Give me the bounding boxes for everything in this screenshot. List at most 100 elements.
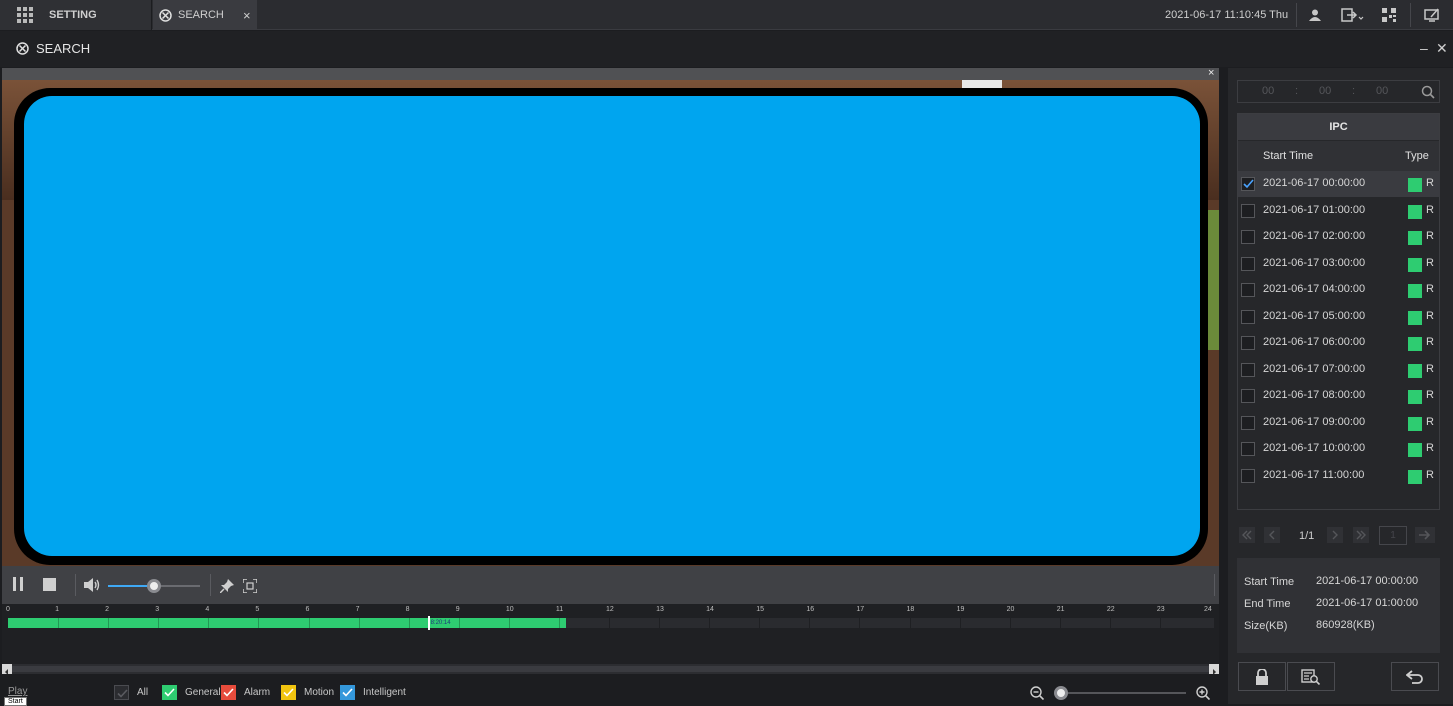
row-checkbox[interactable] [1241,230,1255,244]
tab-close-icon[interactable]: × [243,8,251,23]
row-checkbox[interactable] [1241,257,1255,271]
table-row[interactable]: 2021-06-17 06:00:00 R [1238,330,1440,356]
timeline-gridline [458,618,460,628]
timeline-tick-label: 15 [756,606,765,613]
row-checkbox[interactable] [1241,204,1255,218]
row-start-time: 2021-06-17 11:00:00 [1263,469,1365,481]
table-row[interactable]: 2021-06-17 04:00:00 R [1238,277,1440,303]
user-icon[interactable] [1306,7,1324,23]
logout-icon[interactable] [1340,7,1366,23]
row-checkbox[interactable] [1241,389,1255,403]
row-checkbox[interactable] [1241,336,1255,350]
pin-icon[interactable] [219,578,235,594]
timeline[interactable]: 0 1 2 3 4 5 6 7 8 9 10 11 12 13 14 15 16 17 18 19 20 21 22 23 24… [2,604,1219,664]
row-checkbox[interactable] [1241,469,1255,483]
tab-search[interactable]: SEARCH × [153,0,257,30]
time-separator: : [1295,85,1299,97]
timeline-tick-label: 3 [155,606,160,613]
timeline-tick-label: 6 [305,606,310,613]
prev-page-icon[interactable] [1264,527,1280,543]
table-row[interactable]: 2021-06-17 07:00:00 R [1238,357,1440,383]
row-type: R [1426,336,1434,348]
table-row[interactable]: 2021-06-17 09:00:00 R [1238,410,1440,436]
row-type: R [1426,416,1434,428]
table-row[interactable]: 2021-06-17 05:00:00 R [1238,304,1440,330]
legend-checkbox-alarm[interactable] [221,685,236,700]
divider [1296,3,1297,27]
row-checkbox[interactable] [1241,283,1255,297]
row-type: R [1426,363,1434,375]
search-icon[interactable] [1421,85,1435,102]
scroll-left-arrow[interactable] [2,664,12,675]
time-search-input[interactable]: 00 : 00 : 00 [1237,80,1440,103]
table-row[interactable]: 2021-06-17 10:00:00 R [1238,436,1440,462]
row-checkbox[interactable] [1241,310,1255,324]
table-row[interactable]: 2021-06-17 00:00:00 R [1238,171,1440,197]
close-button[interactable]: ✕ [1436,40,1448,57]
table-row[interactable]: 2021-06-17 02:00:00 R [1238,224,1440,250]
row-checkbox[interactable] [1241,363,1255,377]
minimize-button[interactable]: – [1420,40,1428,56]
timeline-gridline [558,618,560,628]
legend-checkbox-general[interactable] [162,685,177,700]
timeline-tick-label: 18 [906,606,915,613]
goto-page-input[interactable]: 1 [1379,526,1407,545]
table-row[interactable]: 2021-06-17 03:00:00 R [1238,251,1440,277]
play-label[interactable]: Play [8,686,27,697]
fullscreen-icon[interactable] [242,578,258,594]
timeline-cursor[interactable] [427,616,430,630]
zoom-knob[interactable] [1054,686,1068,700]
monitor-exit-icon[interactable] [1423,7,1441,23]
timeline-tick-label: 7 [355,606,360,613]
video-viewport[interactable]: × [2,68,1219,566]
second-field[interactable]: 00 [1376,85,1388,97]
volume-icon[interactable] [82,576,102,594]
qr-code-icon[interactable] [1381,7,1397,23]
tab-setting[interactable]: SETTING [0,0,152,30]
scroll-right-arrow[interactable] [1209,664,1219,675]
goto-page-arrow-icon[interactable] [1415,527,1435,543]
legend-checkbox-motion[interactable] [281,685,296,700]
timeline-tick-label: 11 [555,606,564,613]
row-checkbox[interactable] [1241,416,1255,430]
timeline-gridline [909,618,911,628]
grid-menu-icon[interactable] [17,7,33,26]
scroll-thumb[interactable] [12,666,1209,672]
timeline-track[interactable]: 8:20:14 [8,616,1214,630]
table-row[interactable]: 2021-06-17 08:00:00 R [1238,383,1440,409]
row-checkbox[interactable] [1241,442,1255,456]
zoom-slider[interactable] [1054,686,1186,700]
legend-label: Motion [304,687,335,698]
row-start-time: 2021-06-17 00:00:00 [1263,177,1366,189]
lock-button[interactable] [1238,662,1286,691]
search-tab-icon [159,9,172,25]
last-page-icon[interactable] [1353,527,1369,543]
row-start-time: 2021-06-17 04:00:00 [1263,283,1366,295]
timeline-gridline [659,618,661,628]
back-button[interactable] [1391,662,1439,691]
pause-icon[interactable] [10,576,26,592]
next-page-icon[interactable] [1327,527,1343,543]
zoom-out-icon[interactable] [1029,685,1045,701]
volume-knob[interactable] [147,579,161,593]
timeline-tick-label: 17 [856,606,865,613]
timeline-tick-label: 8 [405,606,410,613]
detail-end-value: 2021-06-17 01:00:00 [1316,597,1419,609]
volume-slider[interactable] [108,579,200,593]
horizontal-scrollbar[interactable] [2,664,1219,675]
timeline-gridline [859,618,861,628]
row-checkbox[interactable] [1241,177,1255,191]
zoom-in-icon[interactable] [1195,685,1211,701]
legend-checkbox-intelligent[interactable] [340,685,355,700]
table-row[interactable]: 2021-06-17 01:00:00 R [1238,198,1440,224]
first-page-icon[interactable] [1239,527,1255,543]
video-close-icon[interactable]: × [1208,68,1214,79]
recorded-segment [8,618,566,628]
stop-icon[interactable] [41,576,57,592]
legend-checkbox-all[interactable] [114,685,129,700]
minute-field[interactable]: 00 [1319,85,1331,97]
hour-field[interactable]: 00 [1262,85,1274,97]
row-type: R [1426,469,1434,481]
table-row[interactable]: 2021-06-17 11:00:00 R [1238,463,1440,489]
smart-search-button[interactable] [1287,662,1335,691]
